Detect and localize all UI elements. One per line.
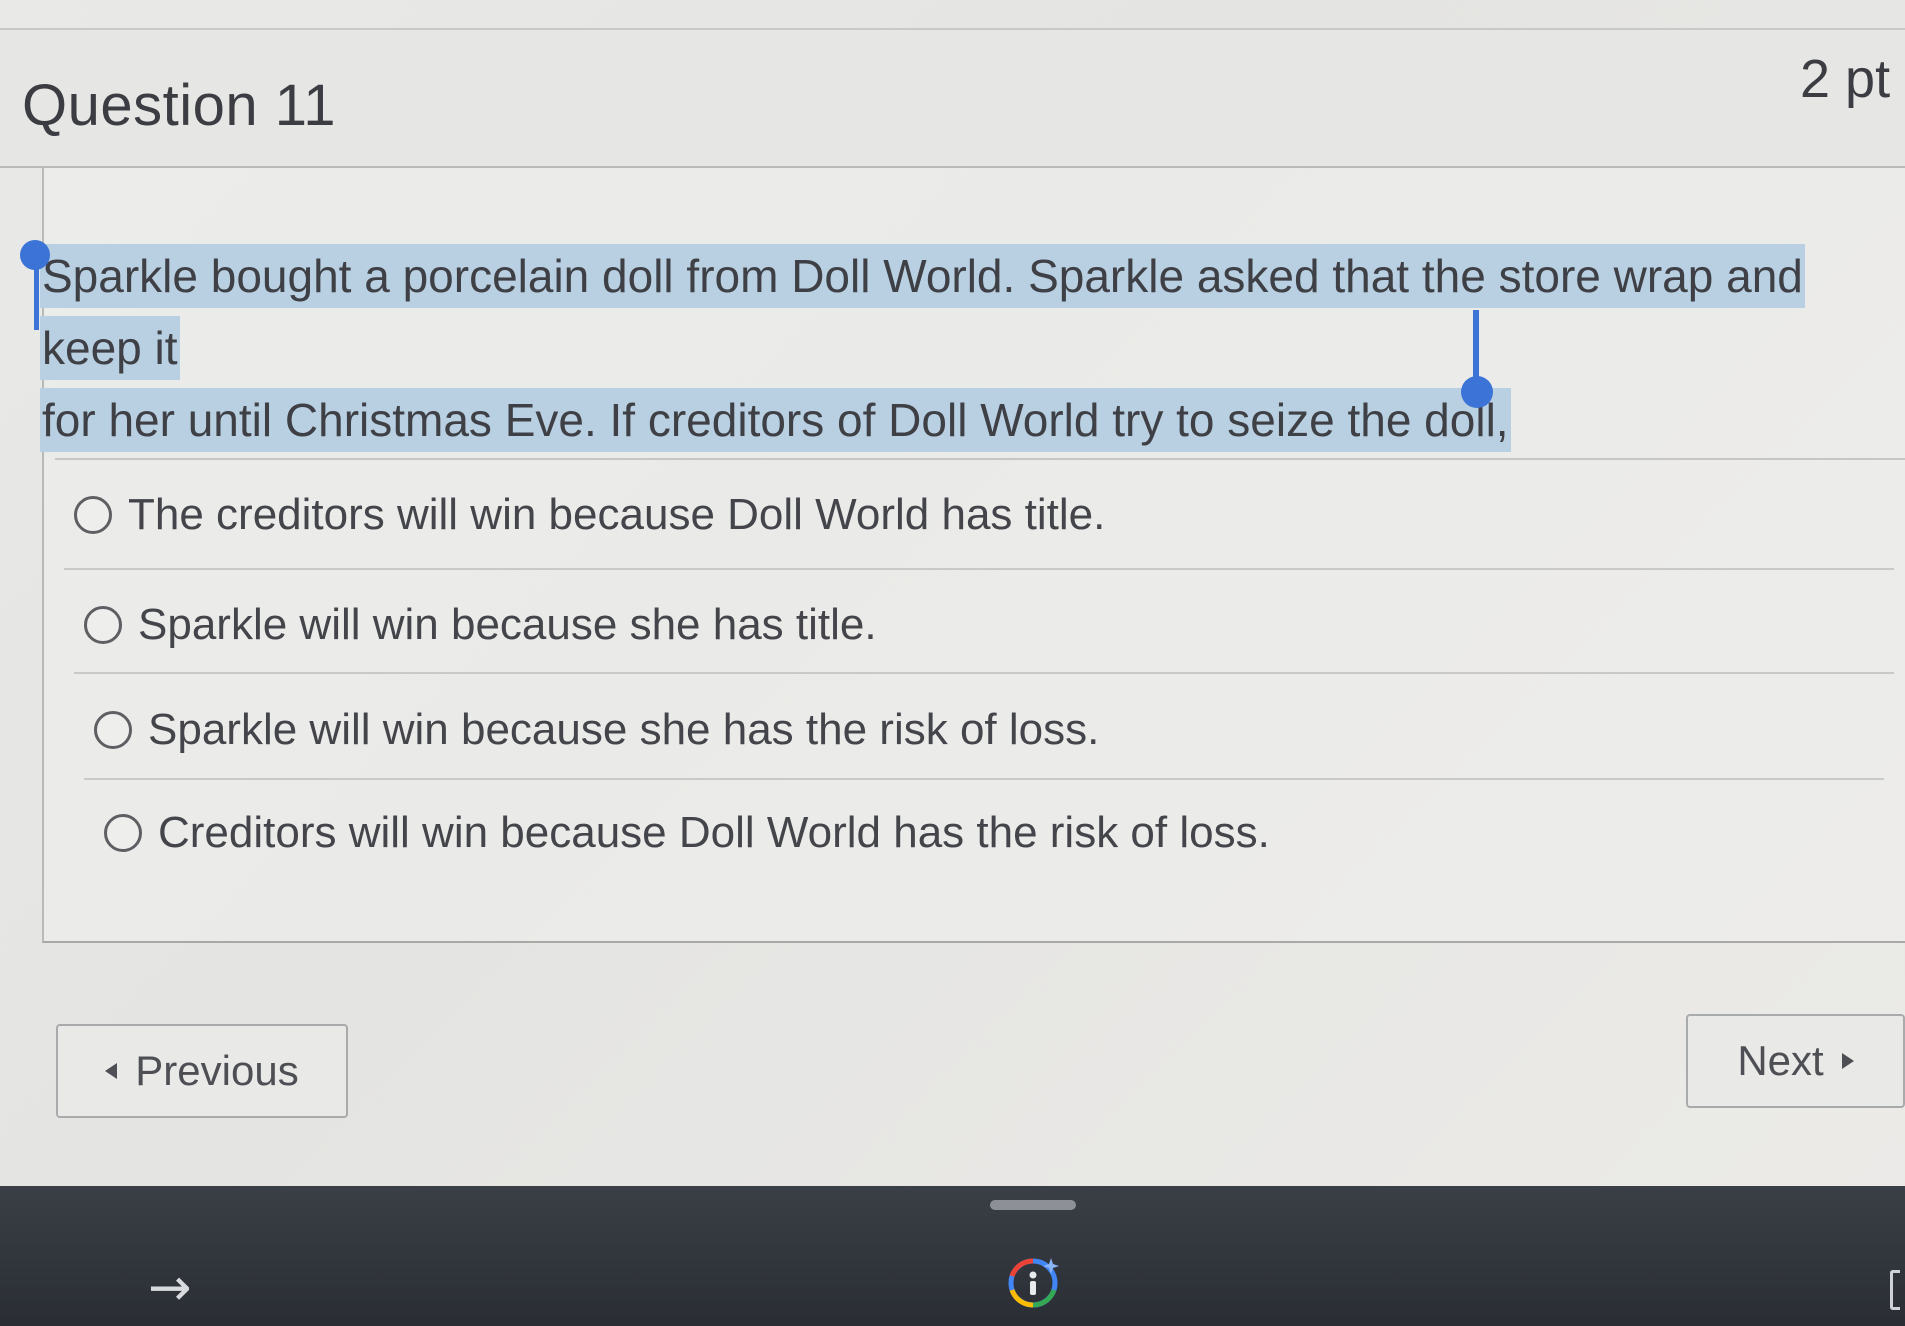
selection-end-caret	[1473, 310, 1479, 386]
radio-button[interactable]	[104, 814, 142, 852]
next-label: Next	[1737, 1037, 1824, 1084]
previous-button[interactable]: Previous	[56, 1024, 348, 1118]
prompt-line-1: Sparkle bought a porcelain doll from Dol…	[40, 244, 1805, 380]
radio-button[interactable]	[84, 606, 122, 644]
answer-option-2[interactable]: Sparkle will win because she has title.	[84, 600, 877, 650]
radio-button[interactable]	[74, 496, 112, 534]
option-divider	[84, 778, 1884, 780]
prompt-divider	[55, 458, 1905, 460]
option-label: Sparkle will win because she has title.	[138, 600, 877, 649]
answer-option-4[interactable]: Creditors will win because Doll World ha…	[104, 808, 1270, 858]
radio-button[interactable]	[94, 711, 132, 749]
selection-start-caret	[34, 262, 39, 330]
question-prompt: Sparkle bought a porcelain doll from Dol…	[40, 240, 1900, 456]
question-points: 2 pt	[1800, 49, 1891, 109]
taskbar	[0, 1186, 1905, 1326]
option-divider	[64, 568, 1894, 570]
question-title: Question 11	[22, 73, 336, 138]
previous-label: Previous	[135, 1047, 299, 1094]
window-edge-icon[interactable]	[1890, 1270, 1900, 1310]
next-button[interactable]: Next	[1686, 1014, 1905, 1108]
option-label: The creditors will win because Doll Worl…	[128, 490, 1106, 539]
google-lens-icon[interactable]	[1004, 1254, 1062, 1312]
option-divider	[74, 672, 1894, 674]
answer-option-3[interactable]: Sparkle will win because she has the ris…	[94, 705, 1099, 755]
shelf-handle[interactable]	[990, 1200, 1076, 1210]
option-label: Sparkle will win because she has the ris…	[148, 705, 1100, 754]
option-label: Creditors will win because Doll World ha…	[158, 808, 1270, 857]
triangle-right-icon	[1841, 1053, 1854, 1069]
triangle-left-icon	[105, 1063, 118, 1079]
answer-option-1[interactable]: The creditors will win because Doll Worl…	[74, 490, 1105, 540]
arrow-right-icon[interactable]: →	[148, 1258, 192, 1318]
prompt-line-2: for her until Christmas Eve. If creditor…	[40, 388, 1511, 452]
selection-end-handle[interactable]	[1461, 376, 1493, 408]
